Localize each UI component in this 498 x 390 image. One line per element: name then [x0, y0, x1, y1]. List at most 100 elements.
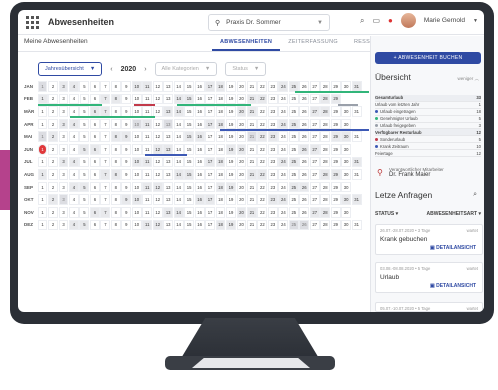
calendar-day[interactable]: 19 [226, 194, 236, 205]
calendar-day[interactable]: 16 [194, 143, 205, 155]
calendar-day[interactable]: 20 [236, 169, 247, 180]
calendar-day[interactable]: 17 [205, 206, 215, 218]
calendar-day[interactable]: 29 [330, 219, 341, 231]
calendar-day[interactable]: 29 [330, 118, 341, 130]
calendar-day[interactable]: 26 [299, 206, 310, 218]
calendar-day[interactable]: 2 [48, 181, 58, 193]
calendar-day[interactable]: 23 [267, 93, 278, 105]
calendar-day[interactable]: 7 [100, 156, 111, 168]
calendar-day[interactable]: 18 [215, 143, 226, 155]
user-name[interactable]: Marie Gernold [424, 17, 465, 24]
calendar-day[interactable]: 13 [163, 106, 174, 117]
calendar-day[interactable]: 26 [299, 169, 310, 180]
prev-year-icon[interactable]: ‹ [110, 66, 112, 73]
tab-zeiterfassung[interactable]: ZEITERFASSUNG [280, 35, 346, 51]
calendar-day[interactable]: 11 [142, 181, 153, 193]
calendar-day[interactable]: 10 [131, 156, 142, 168]
calendar-day[interactable]: 2 [48, 206, 58, 218]
calendar-day[interactable]: 11 [142, 156, 153, 168]
calendar-day[interactable]: 15 [184, 131, 195, 142]
calendar-day[interactable]: 24 [278, 181, 289, 193]
calendar-day[interactable]: 23 [267, 131, 278, 142]
calendar-day[interactable]: 24 [278, 131, 289, 142]
calendar-day[interactable]: 6 [89, 118, 100, 130]
calendar-day[interactable]: 22 [257, 143, 268, 155]
calendar-day[interactable]: 10 [131, 219, 142, 231]
calendar-day[interactable]: 25 [288, 143, 299, 155]
calendar-day[interactable]: 3 [58, 219, 69, 231]
calendar-day[interactable]: 1 [37, 206, 48, 218]
calendar-day[interactable]: 10 [131, 106, 142, 117]
calendar-day[interactable]: 27 [309, 219, 320, 231]
calendar-day[interactable]: 5 [79, 81, 90, 92]
calendar-day[interactable]: 28 [320, 194, 331, 205]
calendar-day[interactable]: 12 [152, 194, 163, 205]
calendar-day[interactable]: 3 [58, 131, 69, 142]
calendar-day[interactable]: 20 [236, 81, 247, 92]
calendar-day[interactable]: 13 [163, 81, 174, 92]
calendar-day[interactable]: 6 [89, 81, 100, 92]
calendar-day[interactable]: 26 [299, 156, 310, 168]
calendar-day[interactable]: 13 [163, 93, 174, 105]
calendar-day[interactable]: 20 [236, 143, 247, 155]
calendar-day[interactable]: 3 [58, 194, 69, 205]
calendar-day[interactable]: 1 [37, 81, 48, 92]
calendar-day[interactable]: 29 [330, 169, 341, 180]
request-card[interactable]: 03.08.-08.08.2020 • 5 Tage wartet Urlaub ▣ … [375, 262, 483, 293]
calendar-day[interactable]: 14 [173, 219, 184, 231]
calendar-day[interactable]: 23 [267, 81, 278, 92]
calendar-day[interactable]: 12 [152, 219, 163, 231]
calendar-day[interactable]: 5 [79, 156, 90, 168]
calendar-day[interactable]: 11 [142, 194, 153, 205]
calendar-day[interactable]: 26 [299, 118, 310, 130]
calendar-day[interactable]: 9 [121, 219, 132, 231]
calendar-day[interactable]: 18 [215, 81, 226, 92]
calendar-day[interactable]: 9 [121, 131, 132, 142]
calendar-day[interactable]: 4 [69, 169, 79, 180]
calendar-day[interactable]: 15 [184, 219, 195, 231]
calendar-day[interactable]: 15 [184, 194, 195, 205]
calendar-day[interactable]: 29 [330, 93, 341, 105]
calendar-day[interactable]: 20 [236, 106, 247, 117]
calendar-day[interactable]: 19 [226, 169, 236, 180]
calendar-day[interactable]: 30 [341, 118, 352, 130]
calendar-day[interactable]: 19 [226, 81, 236, 92]
overview-toggle-link[interactable]: weniger ︿ [457, 76, 479, 82]
calendar-day[interactable]: 15 [184, 106, 195, 117]
calendar-day[interactable]: 9 [121, 156, 132, 168]
calendar-day[interactable]: 5 [79, 169, 90, 180]
calendar-day[interactable]: 4 [69, 206, 79, 218]
calendar-day[interactable]: 24 [278, 106, 289, 117]
calendar-day[interactable]: 4 [69, 81, 79, 92]
calendar-day[interactable]: 27 [309, 194, 320, 205]
calendar-day[interactable]: 28 [320, 169, 331, 180]
calendar-day[interactable]: 14 [173, 169, 184, 180]
calendar-day[interactable]: 21 [246, 81, 257, 92]
calendar-day[interactable]: 7 [100, 118, 111, 130]
calendar-day[interactable]: 9 [121, 181, 132, 193]
calendar-day[interactable]: 19 [226, 181, 236, 193]
calendar-day[interactable]: 25 [288, 131, 299, 142]
calendar-day[interactable]: 2 [48, 81, 58, 92]
calendar-day[interactable]: 5 [79, 106, 90, 117]
calendar-day[interactable]: 8 [110, 93, 121, 105]
calendar-day[interactable]: 5 [79, 118, 90, 130]
calendar-day[interactable]: 18 [215, 219, 226, 231]
calendar-day[interactable]: 3 [58, 156, 69, 168]
calendar-day[interactable]: 16 [194, 169, 205, 180]
calendar-day[interactable]: 4 [69, 181, 79, 193]
calendar-day[interactable]: 9 [121, 169, 132, 180]
calendar-day[interactable]: 24 [278, 118, 289, 130]
calendar-day[interactable]: 23 [267, 143, 278, 155]
calendar-day[interactable]: 10 [131, 206, 142, 218]
calendar-day[interactable]: 25 [288, 118, 299, 130]
calendar-day[interactable]: 1 [37, 143, 48, 155]
calendar-day[interactable]: 3 [58, 206, 69, 218]
calendar-day[interactable]: 21 [246, 206, 257, 218]
calendar-day[interactable]: 7 [100, 169, 111, 180]
calendar-day[interactable]: 26 [299, 93, 310, 105]
calendar-day[interactable]: 19 [226, 131, 236, 142]
calendar-day[interactable]: 1 [37, 106, 48, 117]
calendar-day[interactable]: 13 [163, 206, 174, 218]
calendar-day[interactable]: 17 [205, 219, 215, 231]
